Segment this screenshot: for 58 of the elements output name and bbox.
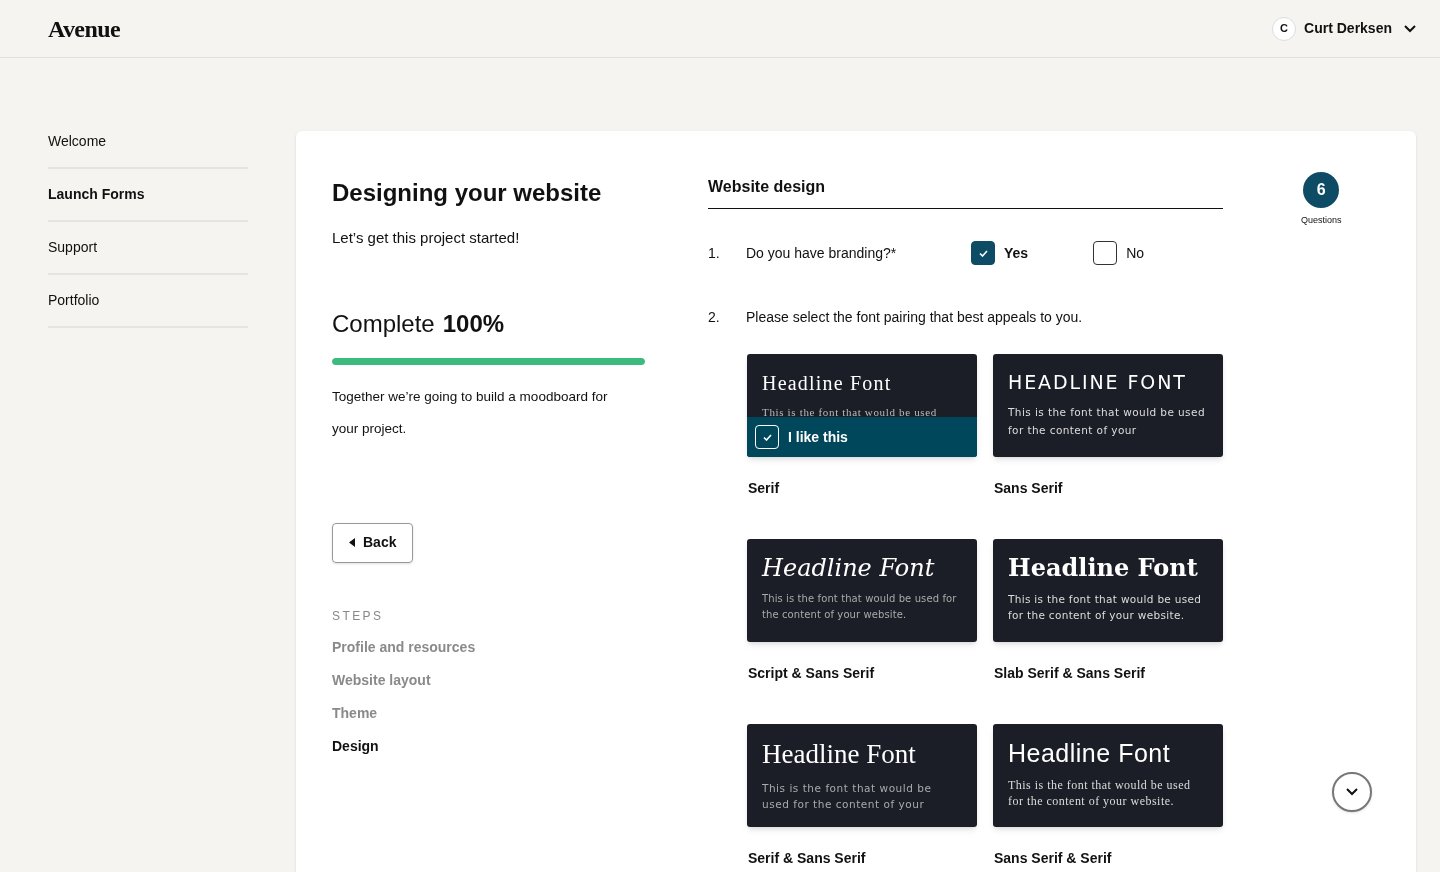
body-sample: This is the font that would be used for the content of your <box>1008 404 1206 438</box>
headline-sample: Headline Font <box>762 371 893 396</box>
option-label: Yes <box>1004 243 1029 263</box>
font-pairing-label: Script & Sans Serif <box>747 664 876 683</box>
sidebar-item[interactable]: Support <box>48 222 248 275</box>
sidebar-item[interactable]: Portfolio <box>48 275 248 328</box>
user-avatar: C <box>1272 16 1297 41</box>
body-sample: This is the font that would be used for the content of your website. <box>762 592 958 622</box>
body-sample: This is the font that would be used <box>762 405 938 420</box>
scroll-down-button[interactable] <box>1332 772 1372 812</box>
option-label: No <box>1126 243 1145 263</box>
body-sample: This is the font that would be used for the content of your website. <box>1008 592 1203 623</box>
caret-left-icon <box>349 538 355 547</box>
headline-sample: Headline Font <box>1008 738 1172 769</box>
check-icon <box>978 249 988 257</box>
font-pairing-label: Sans Serif & Serif <box>993 849 1113 868</box>
question-text: Please select the font pairing that best appeals to you. <box>746 308 1083 327</box>
like-label: I like this <box>788 427 848 447</box>
description: Together we’re going to build a moodboard for your project. <box>332 387 609 438</box>
question-text: Do you have branding?* <box>746 243 898 263</box>
font-card[interactable]: Headline Font This is the font that would be used for the content of your website. <box>993 539 1223 642</box>
font-card[interactable]: HEADLINE FONT This is the font that would be used for the content of your <box>993 354 1223 457</box>
user-name: Curt Derksen <box>1304 19 1392 38</box>
logo[interactable]: Avenue <box>48 10 120 47</box>
complete-value: 100% <box>442 308 505 339</box>
check-icon <box>762 433 772 441</box>
section-title: Website design <box>708 175 1223 209</box>
subtitle: Let’s get this project started! <box>332 228 521 248</box>
step-link[interactable]: Design <box>332 735 645 757</box>
sidebar-item[interactable]: Welcome <box>48 131 248 169</box>
headline-sample: Headline Font <box>762 738 917 771</box>
font-pairing-label: Slab Serif & Sans Serif <box>993 664 1146 683</box>
font-card[interactable]: Headline Font This is the font that would be used I like this <box>747 354 977 457</box>
font-card[interactable]: Headline Font This is the font that would be used for the content of your website. <box>747 539 977 642</box>
font-card[interactable]: Headline Font This is the font that would be used for the content of your <box>747 724 977 827</box>
font-pairing-label: Serif & Sans Serif <box>747 849 867 868</box>
font-card[interactable]: Headline Font This is the font that would be used for the content of your website. <box>993 724 1223 827</box>
question-count-label: Questions <box>1301 214 1342 227</box>
back-button[interactable]: Back <box>332 522 414 563</box>
question-number: 2. <box>708 308 721 327</box>
user-menu[interactable]: C Curt Derksen <box>1272 16 1416 41</box>
body-sample: This is the font that would be used for the content of your <box>762 780 933 812</box>
checkbox[interactable] <box>1093 241 1118 265</box>
sidebar-item[interactable]: Launch Forms <box>48 169 248 222</box>
font-pairing-label: Serif <box>747 479 781 498</box>
checkbox[interactable] <box>971 241 995 265</box>
page-title: Designing your website <box>332 178 603 208</box>
chevron-down-icon <box>1404 24 1416 33</box>
steps-heading: STEPS <box>332 607 385 625</box>
headline-sample: Headline Font <box>762 553 936 583</box>
font-pairing-label: Sans Serif <box>993 479 1064 498</box>
question-count: 6 <box>1303 172 1340 208</box>
headline-sample: Headline Font <box>1008 552 1199 583</box>
chevron-down-icon <box>1346 788 1358 796</box>
body-sample: This is the font that would be used for the content of your website. <box>1008 777 1192 810</box>
complete-label: Complete <box>332 308 435 339</box>
headline-sample: HEADLINE FONT <box>1008 370 1188 395</box>
question-number: 1. <box>708 243 721 263</box>
